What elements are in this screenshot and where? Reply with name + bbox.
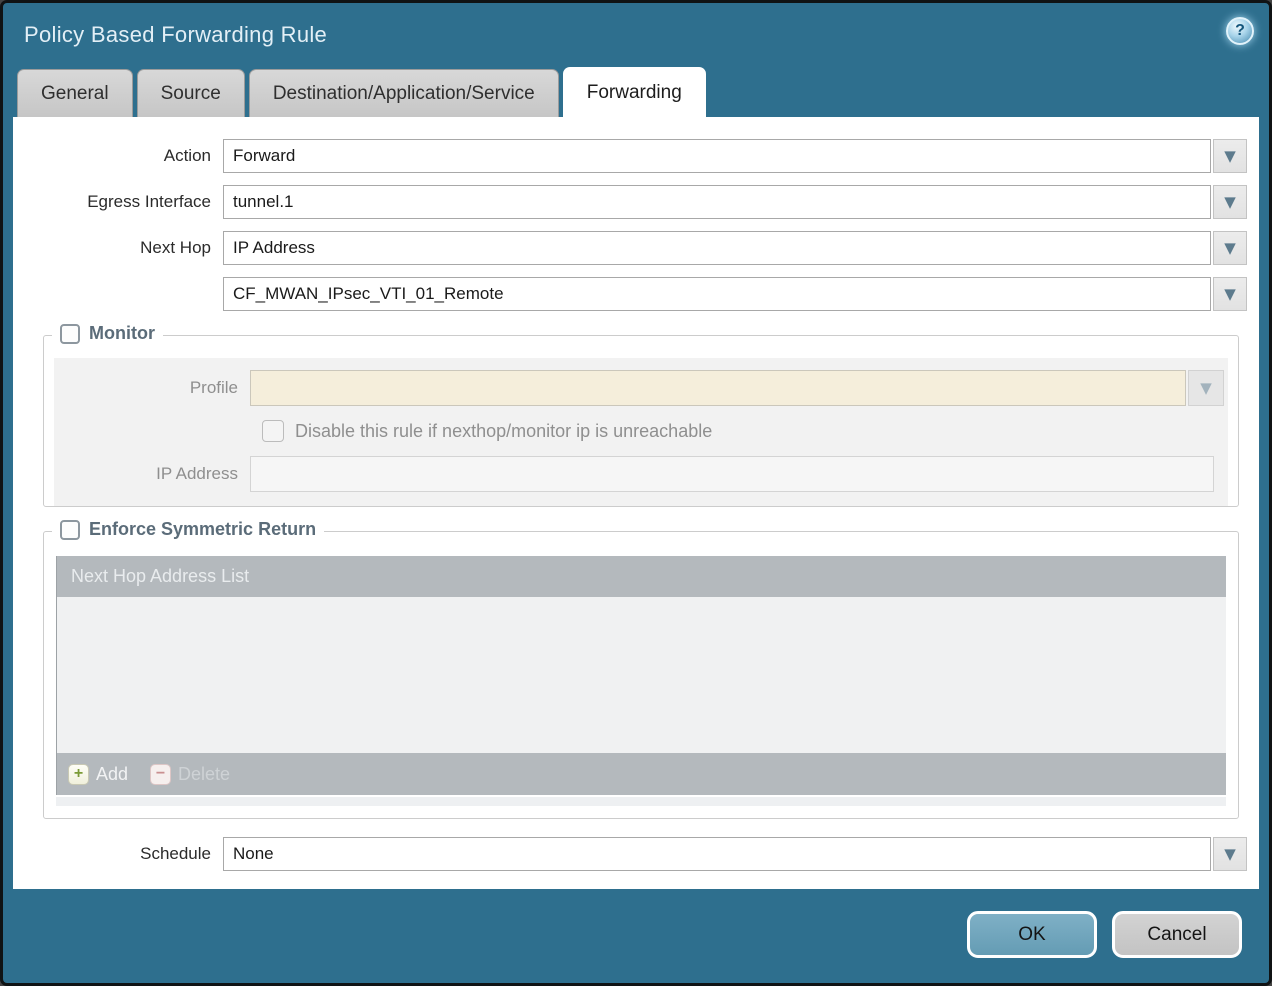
monitor-profile-label: Profile — [54, 378, 250, 398]
monitor-panel: Profile ▼ Disable this rule if nexthop/m… — [54, 358, 1228, 506]
tab-forwarding[interactable]: Forwarding — [563, 67, 706, 117]
egress-interface-label: Egress Interface — [17, 192, 223, 212]
next-hop-address-table: Next Hop Address List + Add − Delete — [56, 556, 1226, 795]
monitor-fieldset: Monitor Profile ▼ Disable this rule if n… — [43, 335, 1239, 507]
chevron-down-icon: ▼ — [1224, 287, 1236, 302]
next-hop-value[interactable]: IP Address — [223, 231, 1211, 265]
monitor-legend: Monitor — [52, 323, 163, 344]
next-hop-address-table-footer: + Add − Delete — [57, 753, 1226, 795]
delete-minus-icon: − — [150, 764, 171, 785]
next-hop-address-dropdown-button[interactable]: ▼ — [1213, 277, 1247, 311]
monitor-profile-row: Profile ▼ — [54, 370, 1228, 406]
tab-general[interactable]: General — [17, 69, 133, 117]
disable-rule-label: Disable this rule if nexthop/monitor ip … — [295, 421, 712, 442]
dialog-footer: OK Cancel — [967, 911, 1242, 958]
symmetric-return-fieldset: Enforce Symmetric Return Next Hop Addres… — [43, 531, 1239, 819]
help-glyph: ? — [1235, 22, 1245, 40]
delete-button-label: Delete — [178, 764, 230, 785]
next-hop-label: Next Hop — [17, 238, 223, 258]
cancel-button[interactable]: Cancel — [1112, 911, 1242, 958]
tab-label: General — [41, 83, 109, 105]
action-value[interactable]: Forward — [223, 139, 1211, 173]
disable-rule-row: Disable this rule if nexthop/monitor ip … — [262, 420, 1228, 442]
ok-button[interactable]: OK — [967, 911, 1097, 958]
tab-label: Source — [161, 83, 221, 105]
help-icon[interactable]: ? — [1226, 17, 1254, 45]
monitor-ip-address-label: IP Address — [54, 464, 250, 484]
tab-label: Destination/Application/Service — [273, 83, 535, 105]
schedule-value[interactable]: None — [223, 837, 1211, 871]
egress-interface-value[interactable]: tunnel.1 — [223, 185, 1211, 219]
add-button[interactable]: + Add — [68, 764, 128, 785]
schedule-row: Schedule None ▼ — [17, 837, 1247, 871]
disable-rule-checkbox — [262, 420, 284, 442]
monitor-profile-value — [250, 370, 1186, 406]
dialog-title: Policy Based Forwarding Rule — [24, 22, 327, 48]
tab-destination-application-service[interactable]: Destination/Application/Service — [249, 69, 559, 117]
chevron-down-icon: ▼ — [1200, 381, 1212, 396]
delete-button: − Delete — [150, 764, 230, 785]
next-hop-row: Next Hop IP Address ▼ — [17, 231, 1247, 265]
chevron-down-icon: ▼ — [1224, 241, 1236, 256]
schedule-dropdown-button[interactable]: ▼ — [1213, 837, 1247, 871]
egress-interface-row: Egress Interface tunnel.1 ▼ — [17, 185, 1247, 219]
symmetric-return-legend: Enforce Symmetric Return — [52, 519, 324, 540]
action-row: Action Forward ▼ — [17, 139, 1247, 173]
monitor-profile-dropdown-button: ▼ — [1188, 370, 1224, 406]
next-hop-address-list-column: Next Hop Address List — [71, 566, 249, 587]
tab-source[interactable]: Source — [137, 69, 245, 117]
next-hop-address-row: CF_MWAN_IPsec_VTI_01_Remote ▼ — [17, 277, 1247, 311]
next-hop-address-table-body[interactable] — [57, 597, 1226, 753]
action-combo: Forward ▼ — [223, 139, 1247, 173]
next-hop-address-value[interactable]: CF_MWAN_IPsec_VTI_01_Remote — [223, 277, 1211, 311]
monitor-title: Monitor — [89, 323, 155, 344]
table-bottom-strip — [56, 797, 1226, 806]
schedule-label: Schedule — [17, 844, 223, 864]
monitor-ip-address-input — [250, 456, 1214, 492]
dialog-titlebar: Policy Based Forwarding Rule ? — [3, 3, 1269, 67]
symmetric-return-checkbox[interactable] — [60, 520, 80, 540]
symmetric-return-title: Enforce Symmetric Return — [89, 519, 316, 540]
chevron-down-icon: ▼ — [1224, 195, 1236, 210]
monitor-ip-address-row: IP Address — [54, 456, 1228, 492]
next-hop-combo: IP Address ▼ — [223, 231, 1247, 265]
schedule-combo: None ▼ — [223, 837, 1247, 871]
add-button-label: Add — [96, 764, 128, 785]
action-dropdown-button[interactable]: ▼ — [1213, 139, 1247, 173]
monitor-checkbox[interactable] — [60, 324, 80, 344]
next-hop-dropdown-button[interactable]: ▼ — [1213, 231, 1247, 265]
next-hop-address-table-header: Next Hop Address List — [57, 556, 1226, 597]
monitor-profile-combo: ▼ — [250, 370, 1224, 406]
add-plus-icon: + — [68, 764, 89, 785]
policy-based-forwarding-dialog: Policy Based Forwarding Rule ? General S… — [0, 0, 1272, 986]
next-hop-address-combo: CF_MWAN_IPsec_VTI_01_Remote ▼ — [223, 277, 1247, 311]
egress-interface-dropdown-button[interactable]: ▼ — [1213, 185, 1247, 219]
tab-content-forwarding: Action Forward ▼ Egress Interface tunnel… — [13, 117, 1259, 889]
egress-interface-combo: tunnel.1 ▼ — [223, 185, 1247, 219]
action-label: Action — [17, 146, 223, 166]
chevron-down-icon: ▼ — [1224, 149, 1236, 164]
tab-label: Forwarding — [587, 82, 682, 104]
chevron-down-icon: ▼ — [1224, 847, 1236, 862]
tab-bar: General Source Destination/Application/S… — [3, 67, 1269, 117]
